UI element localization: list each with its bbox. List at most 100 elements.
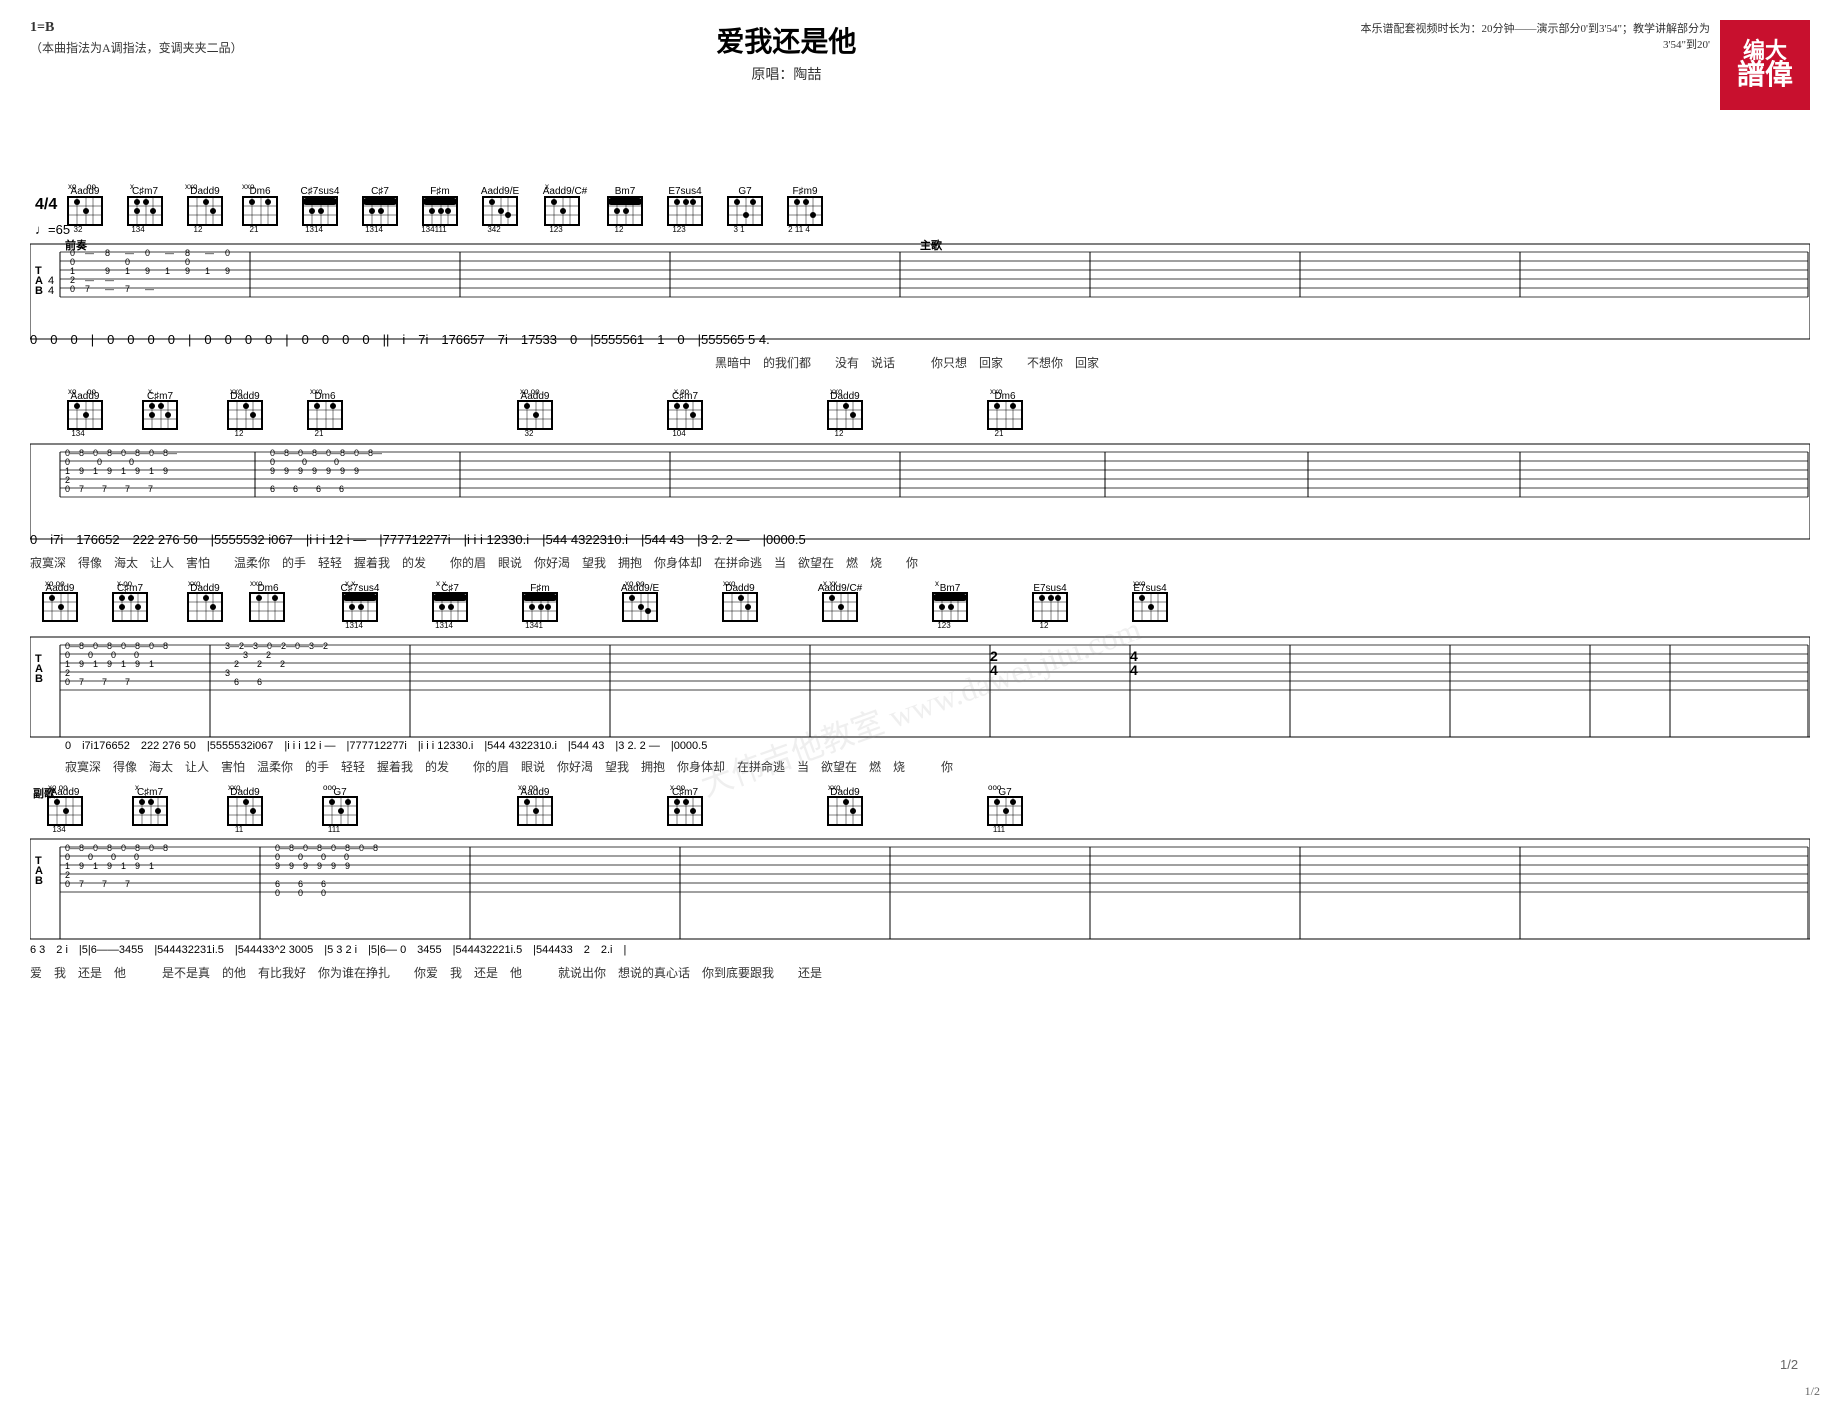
svg-text:123: 123	[672, 225, 686, 234]
svg-text:—: —	[145, 284, 154, 294]
svg-text:B: B	[35, 285, 43, 297]
svg-text:134: 134	[71, 429, 85, 438]
svg-text:1: 1	[205, 266, 210, 276]
svg-text:134: 134	[52, 825, 66, 834]
svg-text:xo oo: xo oo	[518, 783, 538, 792]
svg-text:0 i7i176652 222 276 50 |555553: 0 i7i176652 222 276 50 |5555532i067 |i i…	[65, 740, 707, 752]
svg-text:134111: 134111	[421, 225, 447, 234]
svg-text:1/2: 1/2	[1780, 1357, 1798, 1372]
svg-text:7: 7	[125, 284, 130, 294]
svg-text:xxo: xxo	[1133, 579, 1146, 588]
svg-text:寂寞深 得像 海太 让人 害怕 温柔你 的手 轻轻 握着我: 寂寞深 得像 海太 让人 害怕 温柔你 的手 轻轻 握着我 的发 你的眉 眼说 …	[30, 555, 918, 570]
svg-text:111: 111	[993, 825, 1006, 834]
svg-text:x: x	[545, 182, 549, 191]
svg-text:主歌: 主歌	[920, 238, 943, 252]
svg-text:12: 12	[1040, 621, 1049, 630]
svg-text:342: 342	[487, 225, 501, 234]
svg-text:12: 12	[835, 429, 844, 438]
tuning-note: （本曲指法为A调指法，变调夹夹二品）	[30, 39, 243, 56]
svg-text:4/4: 4/4	[35, 196, 57, 213]
svg-text:123: 123	[937, 621, 951, 630]
svg-text:9: 9	[145, 266, 150, 276]
svg-text:1314: 1314	[345, 621, 363, 630]
svg-text:xxo: xxo	[188, 579, 201, 588]
svg-text:xxo: xxo	[830, 387, 843, 396]
header-center: 爱我还是他 原唱：陶喆	[243, 20, 1330, 84]
svg-text:32: 32	[525, 429, 534, 438]
svg-text:134: 134	[131, 225, 145, 234]
svg-text:x: x	[935, 579, 939, 588]
svg-text:xo oo: xo oo	[45, 579, 65, 588]
header: 1=B （本曲指法为A调指法，变调夹夹二品） 爱我还是他 原唱：陶喆 本乐谱配套…	[30, 20, 1810, 84]
svg-text:♩=65: ♩=65	[35, 222, 70, 237]
page-number: 1/2	[1805, 1384, 1820, 1399]
svg-text:0: 0	[70, 284, 75, 294]
score-container: 4/4 ♩=65 Aadd9 xo oo 32 C♯m7	[30, 89, 1810, 1389]
svg-text:x x: x x	[436, 579, 446, 588]
svg-text:12: 12	[194, 225, 203, 234]
svg-text:C♯7sus4: C♯7sus4	[301, 186, 340, 197]
svg-text:E7sus4: E7sus4	[668, 186, 702, 197]
svg-text:ooo: ooo	[988, 783, 1002, 792]
svg-text:xo oo: xo oo	[625, 579, 645, 588]
svg-text:xxo: xxo	[723, 579, 736, 588]
svg-text:xxo: xxo	[250, 579, 263, 588]
svg-text:21: 21	[250, 225, 259, 234]
svg-text:x oo: x oo	[674, 387, 690, 396]
key-info: 1=B	[30, 20, 243, 36]
svg-text:Bm7: Bm7	[615, 186, 636, 197]
svg-text:x: x	[148, 387, 152, 396]
svg-text:4: 4	[1130, 662, 1138, 678]
svg-text:1314: 1314	[435, 621, 453, 630]
svg-text:12: 12	[615, 225, 624, 234]
svg-text:0 i7i 176652 222 276 50 |55555: 0 i7i 176652 222 276 50 |5555532 i067 |i…	[30, 532, 806, 547]
svg-text:x: x	[135, 783, 139, 792]
header-right: 本乐谱配套视频时长为：20分钟——演示部分0'到3'54"；教学讲解部分为3'5…	[1330, 20, 1710, 52]
svg-text:—: —	[205, 248, 214, 258]
svg-text:B: B	[35, 875, 43, 887]
svg-text:9: 9	[225, 266, 230, 276]
svg-text:F♯m: F♯m	[430, 186, 449, 197]
svg-text:1314: 1314	[305, 225, 323, 234]
svg-text:Aadd9/C#: Aadd9/C#	[543, 186, 588, 197]
svg-text:123: 123	[549, 225, 563, 234]
page: 1=B （本曲指法为A调指法，变调夹夹二品） 爱我还是他 原唱：陶喆 本乐谱配套…	[0, 0, 1840, 1409]
svg-text:xo: xo	[68, 182, 77, 191]
svg-text:8: 8	[105, 248, 110, 258]
svg-text:4: 4	[990, 662, 998, 678]
svg-text:oo: oo	[87, 182, 96, 191]
svg-text:x xx: x xx	[823, 579, 837, 588]
song-title: 爱我还是他	[243, 20, 1330, 60]
svg-text:xxo: xxo	[242, 182, 255, 191]
svg-text:0 7 7 7: 0 7 7 7	[65, 677, 130, 687]
svg-text:xxo: xxo	[230, 387, 243, 396]
svg-text:副歌: 副歌	[33, 786, 56, 800]
svg-text:0: 0	[145, 248, 150, 258]
svg-text:3 1: 3 1	[733, 225, 745, 234]
svg-text:x: x	[130, 182, 134, 191]
svg-text:G7: G7	[738, 186, 752, 197]
svg-text:0 0 0: 0 0 0	[275, 888, 335, 898]
svg-text:xxo: xxo	[828, 783, 841, 792]
svg-text:1: 1	[165, 266, 170, 276]
svg-text:6 6: 6 6	[225, 677, 271, 687]
original-singer: 原唱：陶喆	[243, 64, 1330, 84]
svg-text:21: 21	[995, 429, 1004, 438]
svg-text:黑暗中 的我们都 没有 说话 你只想 回家 不想你: 黑暗中 的我们都 没有 说话 你只想 回家 不想你 回家	[715, 355, 1099, 370]
svg-text:12: 12	[235, 429, 244, 438]
svg-text:C♯m7: C♯m7	[132, 186, 159, 197]
svg-text:32: 32	[74, 225, 83, 234]
svg-text:Aadd9/E: Aadd9/E	[481, 186, 520, 197]
svg-text:F♯m9: F♯m9	[793, 186, 818, 197]
svg-text:9: 9	[185, 266, 190, 276]
svg-text:0: 0	[225, 248, 230, 258]
svg-text:x oo: x oo	[117, 579, 133, 588]
svg-text:xxo: xxo	[228, 783, 241, 792]
svg-text:21: 21	[315, 429, 324, 438]
svg-text:B: B	[35, 673, 43, 685]
svg-text:4: 4	[48, 285, 54, 297]
logo-bottom: 譜偉	[1737, 62, 1793, 90]
svg-text:2 11 4: 2 11 4	[788, 225, 810, 234]
svg-text:7: 7	[85, 284, 90, 294]
svg-text:0 7 7 7 7: 0 7 7 7 7	[65, 484, 153, 494]
